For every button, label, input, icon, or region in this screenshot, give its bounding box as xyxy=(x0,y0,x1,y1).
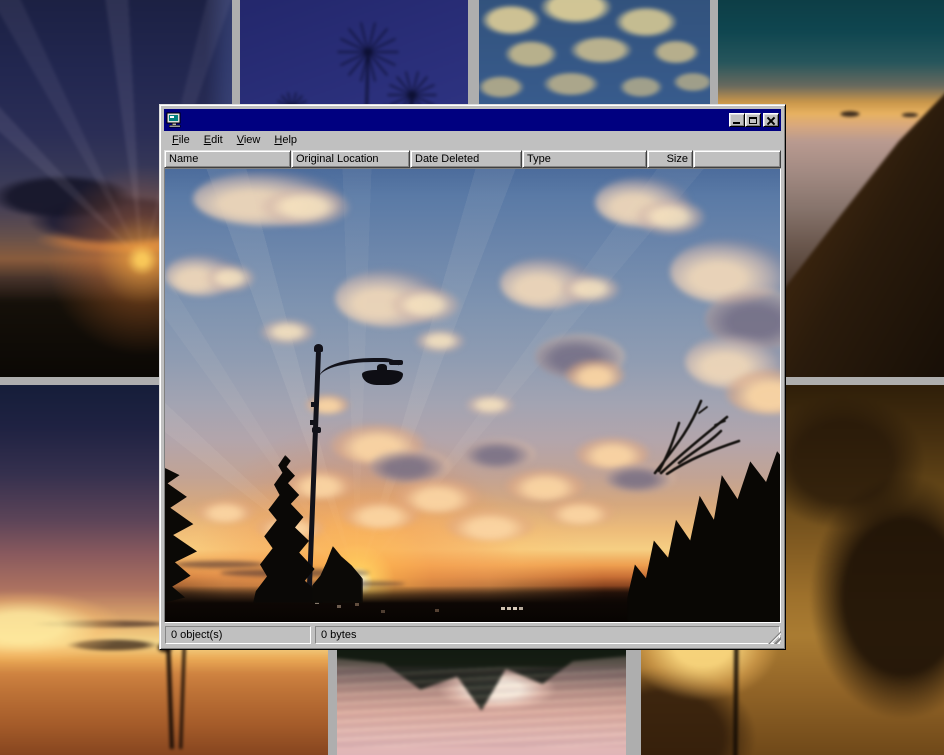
sunset-lamppost-photo xyxy=(165,169,780,622)
lamppost-arm-tip xyxy=(389,360,403,365)
desktop: File Edit View Help Name Original Locati… xyxy=(0,0,944,755)
window-controls xyxy=(729,113,779,127)
maximize-button[interactable] xyxy=(745,113,761,127)
lamppost-cap xyxy=(314,344,323,352)
column-header-size[interactable]: Size xyxy=(647,150,693,168)
close-icon xyxy=(767,117,775,124)
status-byte-count: 0 bytes xyxy=(315,626,780,644)
lamppost-collar xyxy=(312,427,321,433)
close-button[interactable] xyxy=(763,113,779,127)
column-header-type[interactable]: Type xyxy=(522,150,647,168)
computer-icon xyxy=(166,112,182,128)
windblown-tree xyxy=(649,393,741,475)
lake-pole xyxy=(166,639,174,749)
menu-bar: File Edit View Help xyxy=(164,131,781,150)
minimize-icon xyxy=(733,122,740,124)
menu-help[interactable]: Help xyxy=(267,132,304,149)
window-titlebar[interactable] xyxy=(164,109,781,131)
status-object-count: 0 object(s) xyxy=(165,626,311,644)
ripple-texture xyxy=(337,667,626,747)
lake-pole xyxy=(179,645,186,749)
menu-file[interactable]: File xyxy=(165,132,197,149)
lamppost-bracket xyxy=(311,402,317,407)
menu-view[interactable]: View xyxy=(230,132,268,149)
column-header-original-location[interactable]: Original Location xyxy=(291,150,410,168)
lamp-head xyxy=(362,370,403,385)
column-header-name[interactable]: Name xyxy=(164,150,291,168)
recycle-bin-window: File Edit View Help Name Original Locati… xyxy=(159,104,786,650)
column-header-date-deleted[interactable]: Date Deleted xyxy=(410,150,522,168)
minimize-button[interactable] xyxy=(729,113,745,127)
column-headers: Name Original Location Date Deleted Type… xyxy=(164,150,781,168)
status-bar: 0 object(s) 0 bytes xyxy=(164,625,781,645)
column-header-filler xyxy=(693,150,781,168)
lamppost-bracket xyxy=(310,420,317,425)
maximize-icon xyxy=(749,117,757,124)
file-list-area[interactable] xyxy=(164,168,781,623)
menu-edit[interactable]: Edit xyxy=(197,132,230,149)
